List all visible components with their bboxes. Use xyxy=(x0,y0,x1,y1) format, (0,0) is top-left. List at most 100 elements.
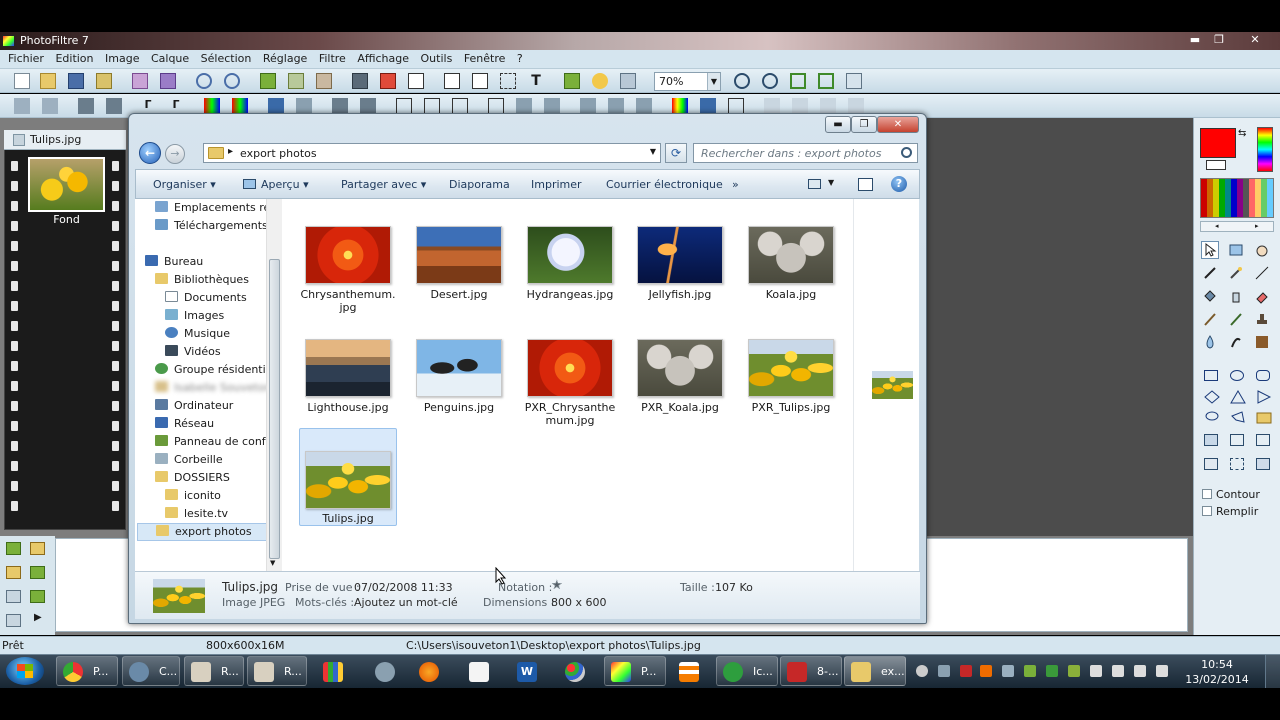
advanced-brush-icon[interactable] xyxy=(1227,310,1245,328)
apercu-button[interactable]: Aperçu ▾ xyxy=(261,178,309,191)
layer-down-icon[interactable] xyxy=(30,590,45,603)
details-date-value[interactable]: 07/02/2008 11:33 xyxy=(354,581,453,594)
nav-item-corbeille[interactable]: Corbeille xyxy=(155,453,223,469)
transparency-icon[interactable] xyxy=(408,73,424,89)
stamp-icon[interactable] xyxy=(1253,310,1271,328)
rectangle-shape-icon[interactable] xyxy=(1204,370,1218,381)
gamma-minus-icon[interactable]: Γ xyxy=(140,98,156,114)
text-a-icon[interactable] xyxy=(444,73,460,89)
menu-reglage[interactable]: Réglage xyxy=(259,50,311,65)
rounded-rect-shape-icon[interactable] xyxy=(1256,370,1270,381)
nav-item-lesite[interactable]: lesite.tv xyxy=(165,507,228,523)
menu-image[interactable]: Image xyxy=(101,50,143,65)
hue-icon[interactable] xyxy=(232,98,248,114)
zoom-out-icon[interactable] xyxy=(762,73,778,89)
gamma-plus-icon[interactable]: Γ xyxy=(168,98,184,114)
layers-icon[interactable] xyxy=(564,73,580,89)
tray-flag-icon[interactable] xyxy=(1090,665,1102,677)
star-empty-icon[interactable]: ☆ xyxy=(551,578,563,593)
filmstrip-tab[interactable]: Tulips.jpg xyxy=(4,130,126,150)
details-keywords-value[interactable]: Ajoutez un mot-clé xyxy=(354,596,458,609)
pinned-word[interactable]: W xyxy=(510,656,544,686)
chevron-down-icon[interactable]: ▼ xyxy=(650,147,656,156)
dust-icon[interactable] xyxy=(332,98,348,114)
dialog-maximize-button[interactable]: ❐ xyxy=(851,116,877,133)
contrast-icon[interactable] xyxy=(106,98,122,114)
frame-icon[interactable] xyxy=(488,98,504,114)
hand-tool-icon[interactable] xyxy=(1253,241,1271,259)
nav-item-export-photos[interactable]: export photos xyxy=(137,523,270,541)
file-item[interactable]: PXR_Koala.jpg xyxy=(632,339,730,437)
image-size-icon[interactable] xyxy=(352,73,368,89)
search-icon[interactable] xyxy=(901,147,912,158)
flip-v-icon[interactable] xyxy=(424,98,440,114)
nav-item-musique[interactable]: Musique xyxy=(165,327,230,343)
clip-icon[interactable] xyxy=(792,98,808,114)
brush-icon[interactable] xyxy=(1201,310,1219,328)
menu-outils[interactable]: Outils xyxy=(417,50,457,65)
save-icon[interactable] xyxy=(68,73,84,89)
nav-item-videos[interactable]: Vidéos xyxy=(165,345,221,361)
triangle-shape-icon[interactable] xyxy=(1230,390,1246,407)
layer-up-icon[interactable] xyxy=(6,590,21,603)
select-all-icon[interactable] xyxy=(1204,434,1218,446)
shape-c-icon[interactable] xyxy=(580,98,596,114)
remplir-checkbox[interactable]: Remplir xyxy=(1202,505,1258,518)
refresh-button[interactable]: ⟳ xyxy=(665,143,687,163)
scanner-icon[interactable] xyxy=(160,73,176,89)
tray-power-icon[interactable] xyxy=(1112,665,1124,677)
chevron-down-icon[interactable]: ▼ xyxy=(828,178,834,187)
shape-e-icon[interactable] xyxy=(636,98,652,114)
menu-affichage[interactable]: Affichage xyxy=(353,50,413,65)
pinned-grid[interactable] xyxy=(316,656,350,686)
file-item[interactable]: Penguins.jpg xyxy=(411,339,509,437)
ratio-32-icon[interactable] xyxy=(1256,434,1270,446)
line-tool-icon[interactable] xyxy=(1253,264,1271,282)
texture-icon[interactable] xyxy=(848,98,864,114)
shape-b-icon[interactable] xyxy=(544,98,560,114)
clone-icon[interactable] xyxy=(1253,333,1271,351)
color-icon[interactable] xyxy=(380,73,396,89)
polygon-icon[interactable] xyxy=(1230,410,1246,427)
task-photofiltre[interactable]: P... xyxy=(604,656,666,686)
nav-item-dossiers[interactable]: DOSSIERS xyxy=(155,471,230,487)
taskbar-clock[interactable]: 10:54 13/02/2014 xyxy=(1182,657,1252,687)
tray-wifi-icon[interactable] xyxy=(1156,665,1168,677)
nav-item-bibliotheques[interactable]: Bibliothèques xyxy=(155,273,249,289)
chevron-down-icon[interactable]: ▼ xyxy=(707,73,720,90)
window-icon[interactable] xyxy=(620,73,636,89)
paste-icon[interactable] xyxy=(288,73,304,89)
sharpen-icon[interactable] xyxy=(296,98,312,114)
effects-icon[interactable] xyxy=(592,73,608,89)
import-icon[interactable] xyxy=(96,73,112,89)
search-input[interactable]: Rechercher dans : export photos xyxy=(693,143,918,163)
file-item[interactable]: Jellyfish.jpg xyxy=(632,226,730,324)
diaporama-button[interactable]: Diaporama xyxy=(449,178,510,191)
forward-button[interactable]: → xyxy=(165,144,185,164)
selection-tool-icon[interactable] xyxy=(1227,241,1245,259)
nav-item-iconito[interactable]: iconito xyxy=(165,489,221,505)
pinned-settings[interactable] xyxy=(368,656,402,686)
selection-icon[interactable] xyxy=(500,73,516,89)
menu-selection[interactable]: Sélection xyxy=(197,50,256,65)
invert-selection-icon[interactable] xyxy=(1204,458,1218,470)
task-ic[interactable]: Ic... xyxy=(716,656,778,686)
right-triangle-shape-icon[interactable] xyxy=(1256,390,1272,407)
ratio-43-icon[interactable] xyxy=(1230,434,1244,446)
preview-pane-icon[interactable] xyxy=(858,178,873,191)
layer-properties-icon[interactable] xyxy=(30,566,45,579)
menu-calque[interactable]: Calque xyxy=(147,50,193,65)
nav-item-reseau[interactable]: Réseau xyxy=(155,417,214,433)
brightness-icon[interactable] xyxy=(78,98,94,114)
file-item[interactable]: Koala.jpg xyxy=(743,226,841,324)
text-b-icon[interactable] xyxy=(472,73,488,89)
saturation-icon[interactable] xyxy=(204,98,220,114)
folder-shape-icon[interactable] xyxy=(1256,410,1272,427)
actual-size-icon[interactable] xyxy=(818,73,834,89)
ellipse-shape-icon[interactable] xyxy=(1230,370,1244,381)
magic-wand-icon[interactable] xyxy=(1227,264,1245,282)
diamond-shape-icon[interactable] xyxy=(1204,390,1220,407)
layer-new-icon[interactable] xyxy=(6,542,21,555)
layer-duplicate-icon[interactable] xyxy=(30,542,45,555)
noise-icon[interactable] xyxy=(360,98,376,114)
